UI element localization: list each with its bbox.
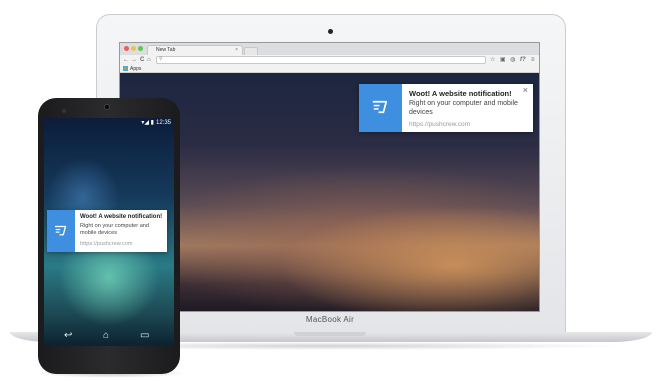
- notification-title: Woot! A website notification!: [409, 89, 512, 98]
- font-extension-icon[interactable]: f?: [520, 56, 526, 64]
- bookmarks-bar: Apps: [120, 65, 539, 73]
- reload-icon[interactable]: C: [140, 56, 144, 64]
- signal-battery-icons: ▾◢ ▮: [141, 120, 154, 126]
- tab-close-icon[interactable]: ×: [235, 46, 238, 55]
- laptop-model-label: MacBook Air: [305, 315, 355, 324]
- search-icon: ⚲: [159, 56, 163, 62]
- phone-push-notification[interactable]: Woot! A website notification! Right on y…: [47, 210, 167, 252]
- notification-url: https://pushcrew.com: [409, 121, 471, 128]
- home-icon[interactable]: ⌂: [147, 56, 151, 64]
- back-icon[interactable]: ↩: [64, 330, 72, 342]
- window-minimize-button[interactable]: [131, 46, 136, 51]
- notification-body: Right on your computer and mobile device…: [80, 223, 150, 236]
- pushcrew-logo-icon: [372, 100, 388, 114]
- notification-icon-box: [47, 210, 75, 252]
- star-icon[interactable]: ☆: [490, 56, 495, 64]
- phone-camera: [104, 104, 110, 110]
- pushcrew-logo-icon: [55, 225, 67, 236]
- forward-arrow-icon[interactable]: →: [131, 56, 137, 64]
- browser-toolbar: ← → C ⌂ ⚲ ☆ ▣ ◍ f? ≡: [120, 55, 539, 65]
- android-nav-bar: ↩ ⌂ ▭: [44, 326, 174, 346]
- phone-sensor: [62, 109, 66, 113]
- window-close-button[interactable]: [124, 46, 129, 51]
- notification-title: Woot! A website notification!: [80, 214, 163, 220]
- extension-icon-2[interactable]: ◍: [510, 56, 515, 64]
- browser-tab-bar: New Tab ×: [120, 43, 539, 55]
- window-zoom-button[interactable]: [138, 46, 143, 51]
- status-time: 12:35: [155, 120, 171, 126]
- close-icon[interactable]: ×: [523, 85, 528, 95]
- browser-tab-title: New Tab: [156, 47, 176, 53]
- laptop-notch: [294, 332, 366, 336]
- new-tab-button[interactable]: [244, 47, 258, 55]
- menu-icon[interactable]: ≡: [531, 56, 535, 64]
- laptop-screen: New Tab × ← → C ⌂ ⚲ ☆ ▣ ◍ f? ≡ Apps: [119, 42, 540, 312]
- notification-icon-box: [359, 84, 402, 132]
- apps-icon[interactable]: [123, 66, 128, 71]
- extension-icon[interactable]: ▣: [500, 56, 506, 64]
- notification-url: https://pushcrew.com: [80, 241, 133, 247]
- address-bar[interactable]: ⚲: [156, 56, 486, 64]
- notification-body: Right on your computer and mobile device…: [409, 100, 518, 116]
- apps-bookmark[interactable]: Apps: [130, 65, 141, 73]
- laptop-push-notification[interactable]: Woot! A website notification! Right on y…: [359, 84, 533, 132]
- recents-icon[interactable]: ▭: [140, 330, 149, 342]
- browser-tab[interactable]: New Tab ×: [147, 45, 243, 55]
- laptop-camera: [328, 29, 333, 34]
- status-bar: ▾◢ ▮ 12:35: [44, 118, 174, 128]
- back-arrow-icon[interactable]: ←: [123, 56, 129, 64]
- home-icon[interactable]: ⌂: [103, 330, 109, 342]
